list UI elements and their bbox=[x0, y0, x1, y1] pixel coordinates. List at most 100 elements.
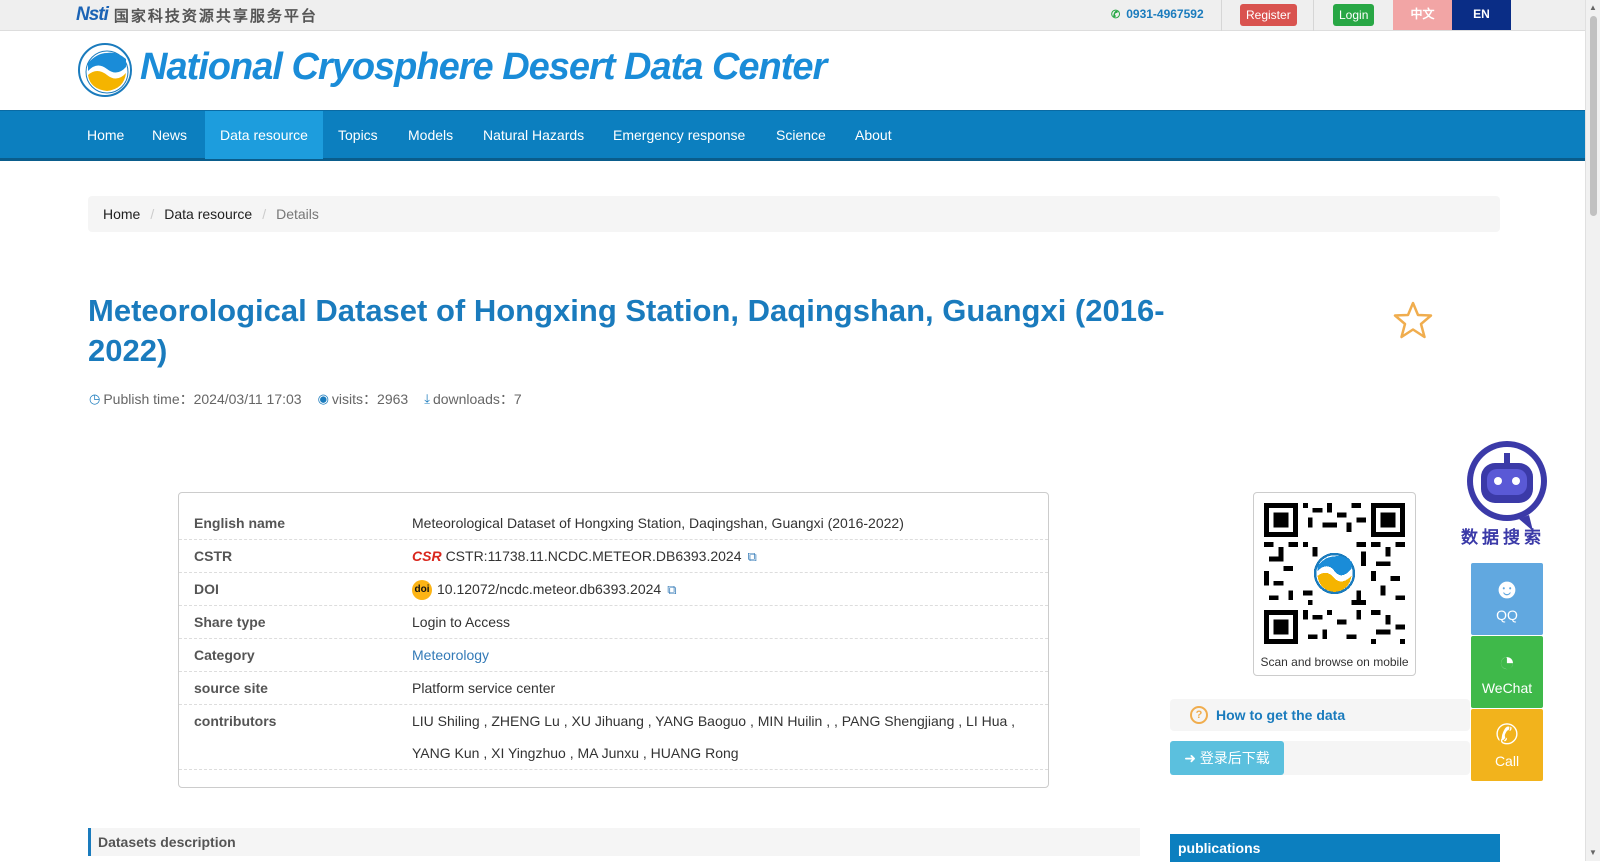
source-site-value: Platform service center bbox=[412, 680, 556, 696]
download-icon: ⤓ bbox=[424, 391, 430, 406]
data-search-label[interactable]: 数据搜索 bbox=[1461, 523, 1545, 548]
nav-item-natural-hazards[interactable]: Natural Hazards bbox=[468, 111, 599, 159]
info-row-doi: DOI doi 10.12072/ncdc.meteor.db6393.2024 ⧉ bbox=[179, 573, 1048, 606]
phone-text: 0931-4967592 bbox=[1126, 7, 1204, 21]
info-label: Share type bbox=[194, 614, 266, 630]
qr-code-icon bbox=[1264, 503, 1405, 644]
visits-value: 2963 bbox=[377, 391, 409, 407]
breadcrumb-separator: / bbox=[262, 206, 267, 222]
divider bbox=[1221, 0, 1222, 31]
nav-item-science[interactable]: Science bbox=[761, 111, 841, 159]
qq-label: QQ bbox=[1496, 607, 1518, 623]
dataset-meta: ◷ Publish time： 2024/03/11 17:03 ◉ visit… bbox=[89, 389, 538, 409]
publish-time-value: 2024/03/11 17:03 bbox=[193, 391, 302, 407]
breadcrumb-data-resource[interactable]: Data resource bbox=[164, 206, 252, 222]
visits: ◉ visits： 2963 bbox=[318, 389, 409, 409]
clock-icon: ◷ bbox=[89, 391, 101, 406]
info-row-category: Category Meteorology bbox=[179, 639, 1048, 672]
info-label: CSTR bbox=[194, 548, 233, 564]
how-to-get-data-label: How to get the data bbox=[1216, 707, 1346, 723]
breadcrumb-separator: / bbox=[150, 206, 155, 222]
login-button[interactable]: Login bbox=[1333, 4, 1375, 26]
qq-icon: ☻ bbox=[1492, 573, 1522, 604]
info-row-contributors: contributors LIU Shiling , ZHENG Lu , XU… bbox=[179, 705, 1048, 770]
dataset-info-table: English name Meteorological Dataset of H… bbox=[178, 492, 1049, 788]
downloads-label: downloads： bbox=[432, 391, 514, 407]
breadcrumb: Home / Data resource / Details bbox=[88, 196, 1500, 232]
page-title: Meteorological Dataset of Hongxing Stati… bbox=[88, 293, 1165, 368]
qq-button[interactable]: ☻ QQ bbox=[1471, 563, 1543, 635]
nsti-logo[interactable]: Nsti 国家科技资源共享服务平台 bbox=[76, 4, 318, 26]
qr-code-box: Scan and browse on mobile bbox=[1253, 492, 1416, 676]
cstr-link[interactable]: CSTR:11738.11.NCDC.METEOR.DB6393.2024 bbox=[446, 548, 742, 564]
breadcrumb-home[interactable]: Home bbox=[103, 206, 140, 222]
favorite-star-icon[interactable] bbox=[1393, 300, 1433, 340]
site-title[interactable]: National Cryosphere Desert Data Center bbox=[140, 46, 827, 89]
login-to-download-button[interactable]: ➜ 登录后下载 bbox=[1170, 741, 1284, 775]
breadcrumb-current: Details bbox=[276, 206, 319, 222]
info-row-cstr: CSTR CSR CSTR:11738.11.NCDC.METEOR.DB6393… bbox=[179, 540, 1048, 573]
external-link-icon[interactable]: ⧉ bbox=[748, 549, 757, 564]
site-logo[interactable] bbox=[78, 43, 132, 97]
share-type-value: Login to Access bbox=[412, 614, 511, 630]
main-navigation: Home News Data resource Topics Models Na… bbox=[0, 110, 1585, 161]
language-chinese-button[interactable]: 中文 bbox=[1393, 0, 1452, 30]
login-to-download-label: 登录后下载 bbox=[1199, 750, 1270, 766]
doi-logo-icon: doi bbox=[412, 580, 432, 601]
nav-item-emergency-response[interactable]: Emergency response bbox=[598, 111, 760, 159]
language-english-button[interactable]: EN bbox=[1452, 0, 1511, 30]
category-link[interactable]: Meteorology bbox=[412, 639, 1032, 671]
cstr-value: CSR CSTR:11738.11.NCDC.METEOR.DB6393.2024… bbox=[412, 540, 1032, 573]
english-name-value: Meteorological Dataset of Hongxing Stati… bbox=[412, 515, 904, 531]
external-link-icon[interactable]: ⧉ bbox=[667, 582, 676, 597]
nav-item-news[interactable]: News bbox=[137, 111, 202, 159]
publications-header: publications bbox=[1170, 834, 1500, 862]
nav-item-home[interactable]: Home bbox=[72, 111, 139, 159]
wechat-button[interactable]: ◔ WeChat bbox=[1471, 636, 1543, 708]
nsti-platform-name: 国家科技资源共享服务平台 bbox=[113, 7, 318, 25]
call-label: Call bbox=[1494, 753, 1520, 769]
wechat-label: WeChat bbox=[1481, 680, 1533, 696]
cstr-logo-icon: CSR bbox=[412, 548, 442, 564]
info-row-source-site: source site Platform service center bbox=[179, 672, 1048, 705]
info-label: DOI bbox=[194, 581, 219, 597]
sign-in-icon: ➜ bbox=[1184, 750, 1196, 766]
doi-value: doi 10.12072/ncdc.meteor.db6393.2024 ⧉ bbox=[412, 573, 1032, 606]
page-scrollbar[interactable]: ▲ ▼ bbox=[1585, 0, 1600, 861]
nav-item-data-resource[interactable]: Data resource bbox=[205, 111, 323, 159]
info-label: contributors bbox=[194, 713, 277, 729]
publish-time-label: Publish time： bbox=[103, 391, 194, 407]
publish-time: ◷ Publish time： 2024/03/11 17:03 bbox=[89, 389, 302, 409]
nav-item-topics[interactable]: Topics bbox=[323, 111, 393, 159]
downloads: ⤓ downloads： 7 bbox=[424, 389, 521, 409]
register-button[interactable]: Register bbox=[1240, 4, 1297, 26]
phone-icon: ✆ bbox=[1111, 9, 1121, 21]
scroll-up-icon[interactable]: ▲ bbox=[1589, 3, 1597, 12]
info-label: source site bbox=[194, 680, 268, 696]
eye-icon: ◉ bbox=[317, 391, 329, 406]
nav-item-about[interactable]: About bbox=[840, 111, 907, 159]
scroll-down-icon[interactable]: ▼ bbox=[1589, 848, 1597, 857]
scroll-thumb[interactable] bbox=[1590, 16, 1597, 216]
doi-link[interactable]: 10.12072/ncdc.meteor.db6393.2024 bbox=[437, 581, 661, 597]
contributors-value: LIU Shiling , ZHENG Lu , XU Jihuang , YA… bbox=[412, 713, 1016, 761]
wechat-icon: ◔ bbox=[1498, 646, 1516, 677]
divider bbox=[1313, 0, 1314, 31]
how-to-get-data-link[interactable]: ? How to get the data bbox=[1170, 699, 1470, 731]
visits-label: visits： bbox=[331, 391, 378, 407]
datasets-description-header: Datasets description bbox=[88, 828, 1140, 856]
qr-caption: Scan and browse on mobile bbox=[1260, 655, 1409, 669]
info-label: English name bbox=[194, 515, 286, 531]
phone-icon: ✆ bbox=[1495, 719, 1519, 750]
top-utility-bar: Nsti 国家科技资源共享服务平台 ✆ 0931-4967592 Register… bbox=[0, 0, 1585, 31]
info-label: Category bbox=[194, 647, 255, 663]
phone-number: ✆ 0931-4967592 bbox=[1111, 7, 1204, 21]
nav-item-models[interactable]: Models bbox=[393, 111, 468, 159]
download-row: ➜ 登录后下载 bbox=[1170, 741, 1470, 775]
info-row-share-type: Share type Login to Access bbox=[179, 606, 1048, 639]
info-row-english-name: English name Meteorological Dataset of H… bbox=[179, 507, 1048, 540]
question-icon: ? bbox=[1190, 706, 1208, 724]
downloads-value: 7 bbox=[513, 391, 522, 407]
nsti-mark: Nsti bbox=[76, 4, 109, 25]
call-button[interactable]: ✆ Call bbox=[1471, 709, 1543, 781]
